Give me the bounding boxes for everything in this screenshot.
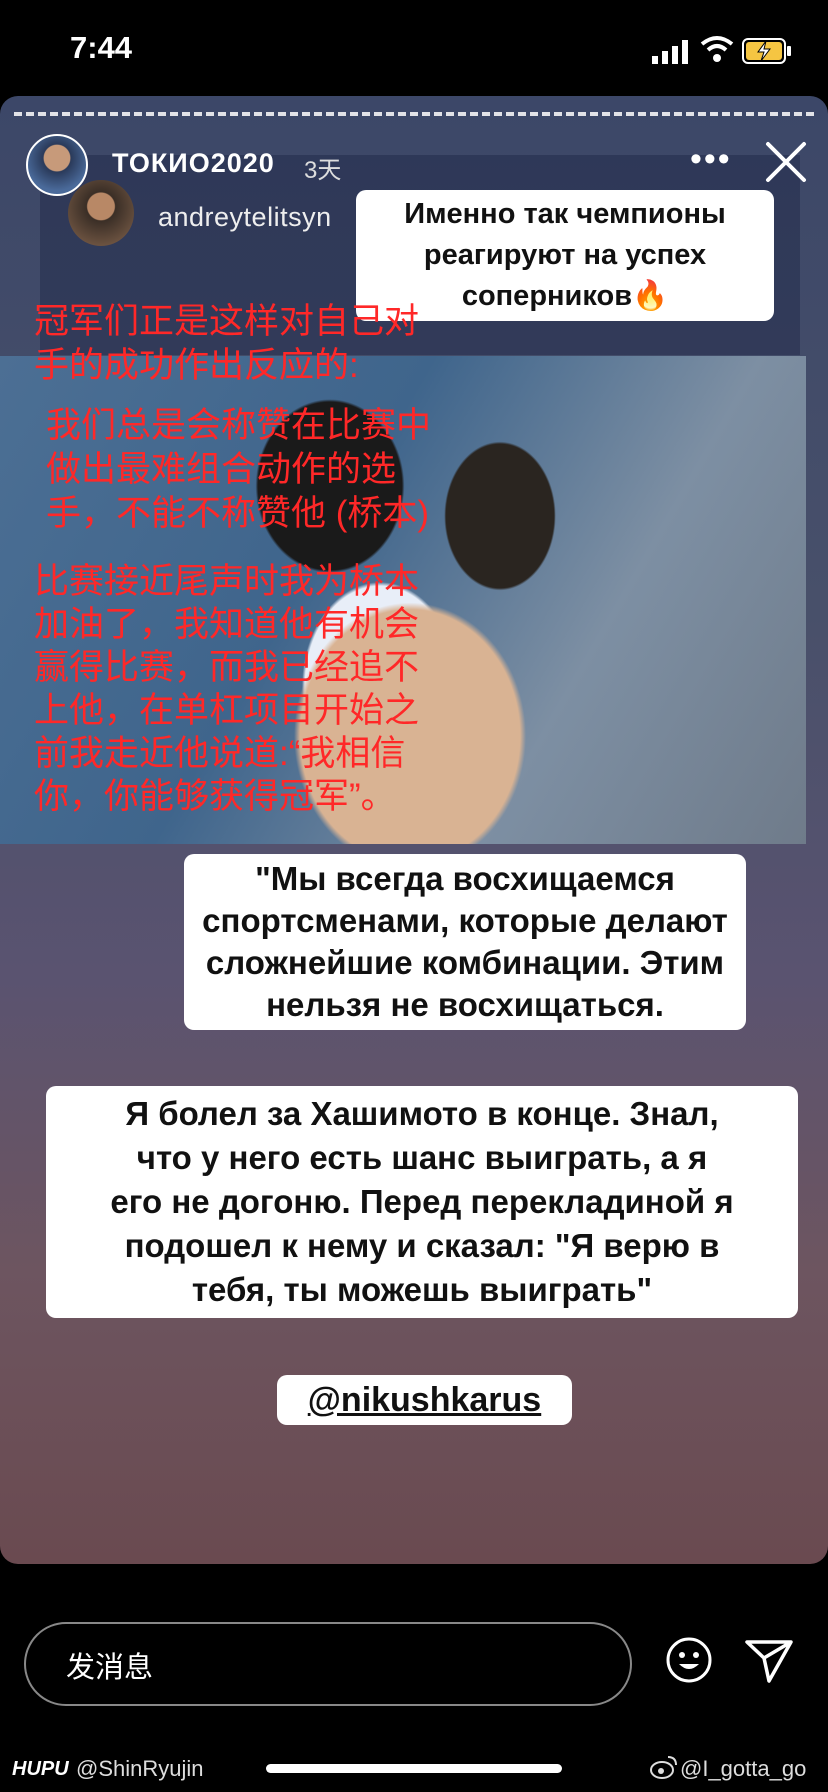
story-progress-bar <box>14 112 814 116</box>
weibo-watermark: @I_gotta_go <box>680 1756 807 1781</box>
weibo-icon <box>650 1756 677 1779</box>
chinese-overlay-quote-1: 我们总是会称赞在比赛中 做出最难组合动作的选 手，不能不称赞他 (桥本) <box>46 406 432 533</box>
more-options-button[interactable]: ••• <box>690 140 732 179</box>
status-time: 7:44 <box>70 30 133 65</box>
battery-charging-icon <box>742 38 791 64</box>
shared-account-avatar[interactable] <box>68 180 134 246</box>
emoji-icon[interactable] <box>665 1636 713 1684</box>
chinese-overlay-quote-2: 比赛接近尾声时我为桥本 加油了，我知道他有机会 赢得比赛，而我已经追不 上他，在… <box>34 562 420 816</box>
hupu-logo: HUPU <box>12 1758 69 1780</box>
quote-sticker-2: Я болел за Хашимото в конце. Знал, что у… <box>46 1086 798 1318</box>
account-name[interactable]: ТОКИО2020 <box>112 148 275 179</box>
reply-placeholder: 发消息 <box>66 1652 154 1684</box>
wifi-icon <box>700 36 734 62</box>
mention-sticker[interactable]: @nikushkarus <box>277 1375 572 1425</box>
quote-sticker-1: "Мы всегда восхищаемся спортсменами, кот… <box>184 854 746 1030</box>
account-avatar[interactable] <box>26 134 88 196</box>
chinese-overlay-intro: 冠军们正是这样对自己对 手的成功作出反应的: <box>34 302 420 385</box>
shared-account-name[interactable]: andreytelitsyn <box>158 202 332 233</box>
cellular-signal-icon <box>652 40 688 64</box>
home-indicator[interactable] <box>266 1764 562 1773</box>
close-icon[interactable] <box>764 140 808 184</box>
post-time: 3天 <box>304 157 342 184</box>
hupu-watermark: @ShinRyujin <box>76 1756 204 1781</box>
send-icon[interactable] <box>744 1638 794 1684</box>
